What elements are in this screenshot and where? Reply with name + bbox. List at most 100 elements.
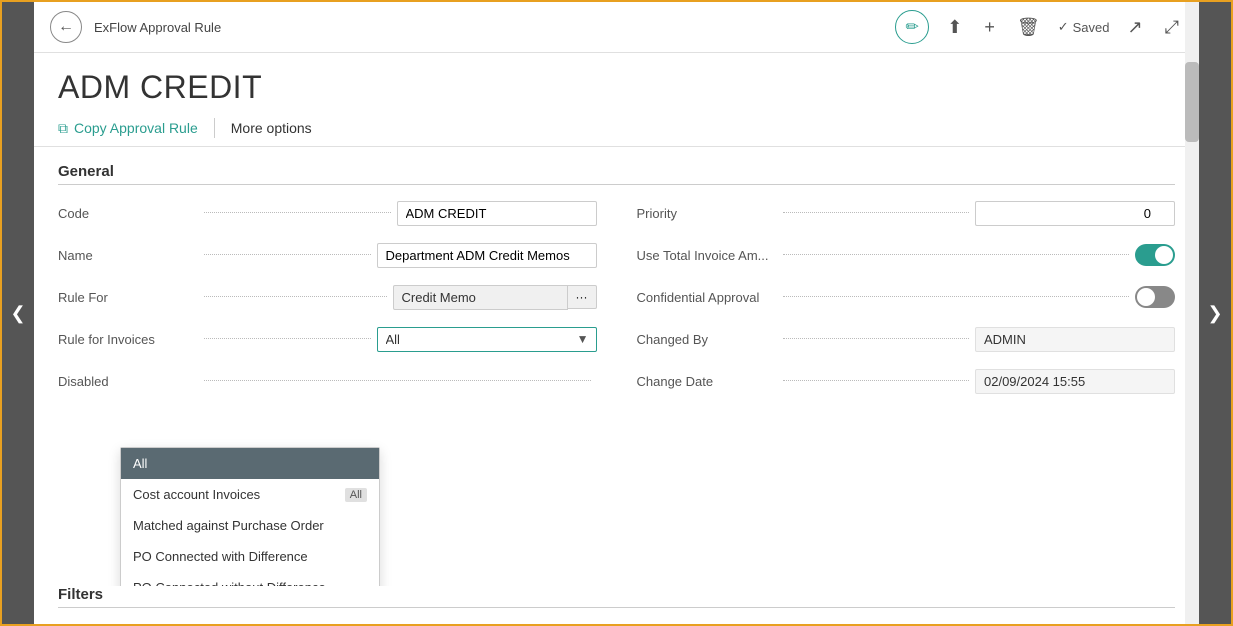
edit-button[interactable]: ✏ — [895, 10, 929, 44]
use-total-toggle[interactable] — [1135, 244, 1175, 266]
dropdown-option-cost[interactable]: Cost account Invoices All — [121, 479, 379, 510]
rule-for-invoices-select-container: All Cost account Invoices Matched agains… — [377, 327, 597, 352]
disabled-dotted-line — [204, 380, 591, 381]
saved-label: Saved — [1073, 20, 1110, 35]
priority-input[interactable] — [975, 201, 1175, 226]
rule-for-dotted-line — [204, 296, 387, 297]
priority-value-container — [975, 201, 1175, 226]
priority-dotted-line — [783, 212, 970, 213]
disabled-label: Disabled — [58, 374, 198, 389]
dropdown-option-po-nodiff[interactable]: PO Connected without Difference — [121, 572, 379, 586]
page-breadcrumb: ExFlow Approval Rule — [94, 20, 883, 35]
use-total-dotted-line — [783, 254, 1130, 255]
right-arrow-icon: ❯ — [1207, 303, 1222, 324]
more-options-label: More options — [231, 120, 312, 136]
expand-button[interactable]: ⤢ — [1161, 13, 1183, 42]
delete-button[interactable]: 🗑 — [1013, 13, 1044, 42]
invoices-dropdown: All Cost account Invoices All Matched ag… — [120, 447, 380, 586]
share-button[interactable]: ⬆ — [943, 13, 966, 42]
left-arrow-icon: ❮ — [10, 303, 25, 324]
more-options-button[interactable]: More options — [231, 120, 312, 136]
right-nav-button[interactable]: ❯ — [1199, 2, 1231, 624]
rule-for-input[interactable] — [393, 285, 568, 310]
filters-section: Filters — [34, 586, 1199, 624]
name-value-container — [377, 243, 597, 268]
share-icon: ⬆ — [947, 17, 962, 38]
code-input[interactable] — [397, 201, 597, 226]
edit-icon: ✏ — [906, 17, 919, 37]
rule-for-invoices-dotted-line — [204, 338, 371, 339]
confidential-toggle[interactable] — [1135, 286, 1175, 308]
dropdown-option-cost-label: Cost account Invoices — [133, 487, 260, 502]
form-area: General Code Name — [34, 147, 1199, 586]
confidential-dotted-line — [783, 296, 1130, 297]
dropdown-option-po-diff-label: PO Connected with Difference — [133, 549, 308, 564]
rule-for-value-container: ··· — [393, 285, 597, 310]
form-right-col: Priority Use Total Invoice Am... — [637, 197, 1176, 407]
dropdown-option-matched[interactable]: Matched against Purchase Order — [121, 510, 379, 541]
rule-for-invoices-value-container: All Cost account Invoices Matched agains… — [377, 327, 597, 352]
toolbar: ← ExFlow Approval Rule ✏ ⬆ + 🗑 ✓ Saved — [34, 2, 1199, 53]
copy-rule-label: Copy Approval Rule — [74, 120, 198, 136]
use-total-row: Use Total Invoice Am... — [637, 239, 1176, 271]
action-bar: ⧉ Copy Approval Rule More options — [34, 110, 1199, 147]
back-icon: ← — [58, 18, 74, 36]
change-date-value: 02/09/2024 15:55 — [975, 369, 1175, 394]
scrollbar-track — [1185, 2, 1199, 624]
rule-for-invoices-select[interactable]: All Cost account Invoices Matched agains… — [377, 327, 597, 352]
form-grid: Code Name — [58, 197, 1175, 407]
name-input[interactable] — [377, 243, 597, 268]
dropdown-option-all[interactable]: All — [121, 448, 379, 479]
code-dotted-line — [204, 212, 391, 213]
copy-icon: ⧉ — [58, 120, 68, 137]
code-row: Code — [58, 197, 597, 229]
dropdown-option-all-label: All — [133, 456, 147, 471]
priority-label: Priority — [637, 206, 777, 221]
rule-for-invoices-row: Rule for Invoices All Cost account Invoi… — [58, 323, 597, 355]
changed-by-row: Changed By ADMIN — [637, 323, 1176, 355]
confidential-value-container — [1135, 286, 1175, 308]
copy-approval-rule-button[interactable]: ⧉ Copy Approval Rule — [58, 120, 214, 137]
toolbar-actions: ✏ ⬆ + 🗑 ✓ Saved ↗ ⤢ — [895, 10, 1183, 44]
rule-for-row: Rule For ··· — [58, 281, 597, 313]
rule-for-ellipsis-button[interactable]: ··· — [568, 285, 597, 309]
dropdown-option-cost-badge: All — [345, 488, 367, 502]
use-total-label: Use Total Invoice Am... — [637, 248, 777, 263]
add-button[interactable]: + — [980, 13, 999, 42]
name-dotted-line — [204, 254, 371, 255]
page-title: ADM CREDIT — [34, 53, 1199, 110]
code-value-container — [397, 201, 597, 226]
changed-by-label: Changed By — [637, 332, 777, 347]
use-total-toggle-knob — [1155, 246, 1173, 264]
expand-icon: ⤢ — [1165, 17, 1179, 38]
delete-icon: 🗑 — [1017, 17, 1040, 38]
dropdown-option-po-nodiff-label: PO Connected without Difference — [133, 580, 326, 586]
confidential-label: Confidential Approval — [637, 290, 777, 305]
change-date-value-container: 02/09/2024 15:55 — [975, 369, 1175, 394]
use-total-value-container — [1135, 244, 1175, 266]
external-link-button[interactable]: ↗ — [1124, 13, 1147, 42]
left-nav-button[interactable]: ❮ — [2, 2, 34, 624]
scrollbar-thumb[interactable] — [1185, 62, 1199, 142]
confidential-row: Confidential Approval — [637, 281, 1176, 313]
rule-for-label: Rule For — [58, 290, 198, 305]
form-left-col: Code Name — [58, 197, 597, 407]
filters-title: Filters — [58, 586, 1175, 608]
change-date-dotted-line — [783, 380, 970, 381]
action-divider — [214, 118, 215, 138]
disabled-row: Disabled — [58, 365, 597, 397]
priority-row: Priority — [637, 197, 1176, 229]
change-date-row: Change Date 02/09/2024 15:55 — [637, 365, 1176, 397]
rule-for-invoices-label: Rule for Invoices — [58, 332, 198, 347]
external-link-icon: ↗ — [1128, 17, 1143, 38]
name-label: Name — [58, 248, 198, 263]
back-button[interactable]: ← — [50, 11, 82, 43]
checkmark-icon: ✓ — [1058, 19, 1069, 35]
dropdown-option-po-diff[interactable]: PO Connected with Difference — [121, 541, 379, 572]
change-date-label: Change Date — [637, 374, 777, 389]
name-row: Name — [58, 239, 597, 271]
dropdown-option-matched-label: Matched against Purchase Order — [133, 518, 324, 533]
add-icon: + — [984, 17, 995, 38]
code-label: Code — [58, 206, 198, 221]
confidential-toggle-knob — [1137, 288, 1155, 306]
